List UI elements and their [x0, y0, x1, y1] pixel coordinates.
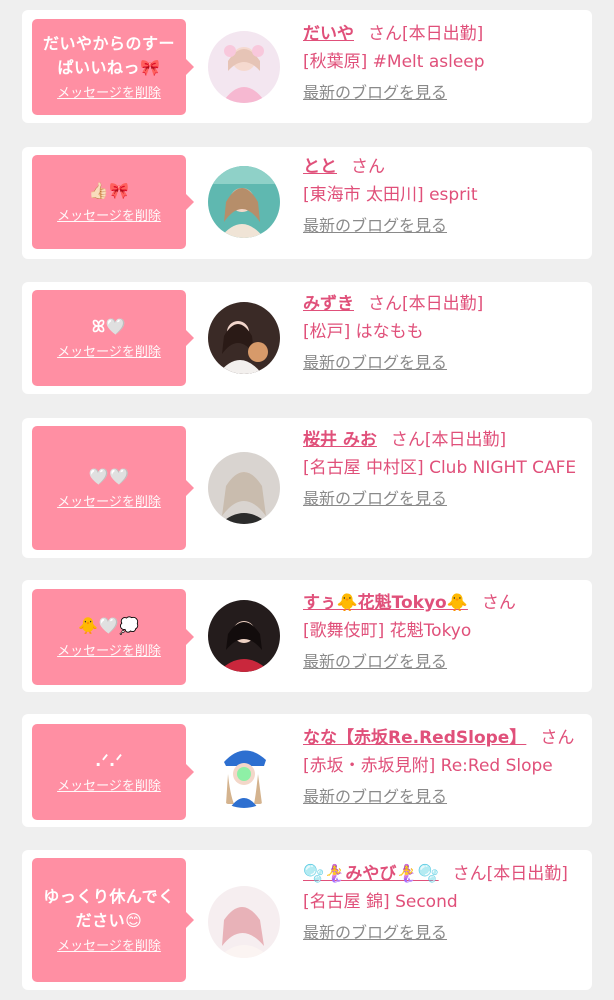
sender-name-link[interactable]: すぅ🐥花魁Tokyo🐥	[303, 593, 468, 613]
message-card: 👍🏻🎀 メッセージを削除 とと さん [東海市 太田川] esprit 最新のブロ…	[22, 147, 592, 259]
message-text: だいやからのすーぱいいねっ🎀	[42, 34, 175, 77]
avatar[interactable]	[208, 31, 280, 103]
message-text: 🐥🤍💭	[78, 616, 140, 635]
name-row: みずき さん[本日出勤]	[303, 290, 582, 318]
name-row: なな【赤坂Re.RedSlope】 さん	[303, 724, 582, 752]
avatar[interactable]	[208, 886, 280, 958]
avatar-photo-icon	[208, 31, 280, 103]
sender-name-link[interactable]: みずき	[303, 294, 354, 314]
message-text: .ᐟ.ᐟ	[95, 751, 123, 770]
sender-name-link[interactable]: なな【赤坂Re.RedSlope】	[303, 728, 526, 748]
message-text: 👍🏻🎀	[88, 181, 130, 200]
sender-info: とと さん [東海市 太田川] esprit 最新のブログを見る	[303, 153, 582, 240]
name-row: とと さん	[303, 153, 582, 181]
message-bubble: .ᐟ.ᐟ メッセージを削除	[32, 724, 194, 820]
latest-blog-link[interactable]: 最新のブログを見る	[303, 651, 447, 673]
honorific: さん	[540, 728, 575, 748]
shop-info: [秋葉原] #Melt asleep	[303, 52, 485, 72]
latest-blog-link[interactable]: 最新のブログを見る	[303, 488, 447, 510]
sender-name-link[interactable]: だいや	[303, 24, 354, 44]
delete-message-link[interactable]: メッセージを削除	[38, 495, 180, 511]
message-bubble: ゆっくり休んでください😊 メッセージを削除	[32, 858, 194, 982]
sender-info: 桜井 みお さん[本日出勤] [名古屋 中村区] Club NIGHT CAFE …	[303, 426, 582, 513]
delete-message-link[interactable]: メッセージを削除	[38, 209, 180, 225]
avatar-photo-icon	[208, 452, 280, 524]
shop-info: [名古屋 中村区] Club NIGHT CAFE	[303, 458, 577, 478]
honorific: さん	[390, 430, 425, 450]
sender-info: なな【赤坂Re.RedSlope】 さん [赤坂・赤坂見附] Re:Red Slo…	[303, 724, 582, 811]
message-text: ꕤ🤍	[91, 317, 127, 336]
delete-message-link[interactable]: メッセージを削除	[38, 939, 180, 955]
name-row: だいや さん[本日出勤]	[303, 20, 582, 48]
avatar[interactable]	[208, 452, 280, 524]
sender-info: みずき さん[本日出勤] [松戸] はなもも 最新のブログを見る	[303, 290, 582, 377]
message-card: ꕤ🤍 メッセージを削除 みずき さん[本日出勤] [松戸] はなもも 最新のブログ…	[22, 282, 592, 394]
honorific: さん	[368, 24, 402, 44]
latest-blog-link[interactable]: 最新のブログを見る	[303, 215, 447, 237]
message-card: ゆっくり休んでください😊 メッセージを削除 🫧🧜‍♀️みやび🧜‍♀️🫧 さん[本日…	[22, 850, 592, 990]
message-card: 🐥🤍💭 メッセージを削除 すぅ🐥花魁Tokyo🐥 さん [歌舞伎町] 花魁Toky…	[22, 580, 592, 692]
name-row: 桜井 みお さん[本日出勤]	[303, 426, 582, 454]
work-status: [本日出勤]	[402, 294, 484, 314]
message-card: だいやからのすーぱいいねっ🎀 メッセージを削除 だいや さん[本日出勤] [秋葉原…	[22, 10, 592, 123]
honorific: さん	[452, 864, 487, 884]
avatar[interactable]	[208, 736, 280, 808]
message-bubble: だいやからのすーぱいいねっ🎀 メッセージを削除	[32, 19, 194, 115]
honorific: さん	[481, 593, 516, 613]
avatar[interactable]	[208, 166, 280, 238]
work-status: [本日出勤]	[486, 864, 568, 884]
avatar-photo-icon	[208, 166, 280, 238]
message-card: .ᐟ.ᐟ メッセージを削除 なな【赤坂Re.RedSlope】 さん [赤坂・赤坂…	[22, 714, 592, 827]
shop-info: [歌舞伎町] 花魁Tokyo	[303, 621, 472, 641]
avatar[interactable]	[208, 302, 280, 374]
delete-message-link[interactable]: メッセージを削除	[38, 644, 180, 660]
message-text: ゆっくり休んでください😊	[43, 887, 175, 930]
sender-info: だいや さん[本日出勤] [秋葉原] #Melt asleep 最新のブログを見る	[303, 20, 582, 107]
avatar-photo-icon	[208, 302, 280, 374]
work-status: [本日出勤]	[402, 24, 484, 44]
sender-name-link[interactable]: とと	[303, 157, 337, 177]
latest-blog-link[interactable]: 最新のブログを見る	[303, 786, 447, 808]
message-bubble: 👍🏻🎀 メッセージを削除	[32, 155, 194, 249]
latest-blog-link[interactable]: 最新のブログを見る	[303, 82, 447, 104]
delete-message-link[interactable]: メッセージを削除	[38, 345, 180, 361]
name-row: 🫧🧜‍♀️みやび🧜‍♀️🫧 さん[本日出勤]	[303, 860, 582, 888]
avatar-photo-icon	[208, 600, 280, 672]
avatar[interactable]	[208, 600, 280, 672]
sender-info: 🫧🧜‍♀️みやび🧜‍♀️🫧 さん[本日出勤] [名古屋 錦] Second 最新の…	[303, 860, 582, 947]
message-bubble: 🤍🤍 メッセージを削除	[32, 426, 194, 550]
message-card: 🤍🤍 メッセージを削除 桜井 みお さん[本日出勤] [名古屋 中村区] Club…	[22, 418, 592, 558]
sender-info: すぅ🐥花魁Tokyo🐥 さん [歌舞伎町] 花魁Tokyo 最新のブログを見る	[303, 589, 582, 676]
message-bubble: ꕤ🤍 メッセージを削除	[32, 290, 194, 386]
avatar-photo-icon	[208, 886, 280, 958]
latest-blog-link[interactable]: 最新のブログを見る	[303, 352, 447, 374]
shop-info: [松戸] はなもも	[303, 322, 424, 342]
sender-name-link[interactable]: 桜井 みお	[303, 430, 377, 450]
work-status: [本日出勤]	[424, 430, 507, 450]
latest-blog-link[interactable]: 最新のブログを見る	[303, 922, 447, 944]
avatar-photo-icon	[208, 736, 280, 808]
message-text: 🤍🤍	[88, 467, 130, 486]
sender-name-link[interactable]: 🫧🧜‍♀️みやび🧜‍♀️🫧	[303, 864, 439, 884]
honorific: さん	[351, 157, 385, 177]
delete-message-link[interactable]: メッセージを削除	[38, 86, 180, 102]
honorific: さん	[368, 294, 402, 314]
message-list: だいやからのすーぱいいねっ🎀 メッセージを削除 だいや さん[本日出勤] [秋葉原…	[0, 0, 614, 1000]
name-row: すぅ🐥花魁Tokyo🐥 さん	[303, 589, 582, 617]
message-bubble: 🐥🤍💭 メッセージを削除	[32, 589, 194, 685]
shop-info: [名古屋 錦] Second	[303, 892, 458, 912]
delete-message-link[interactable]: メッセージを削除	[38, 779, 180, 795]
shop-info: [赤坂・赤坂見附] Re:Red Slope	[303, 756, 553, 776]
shop-info: [東海市 太田川] esprit	[303, 185, 478, 205]
